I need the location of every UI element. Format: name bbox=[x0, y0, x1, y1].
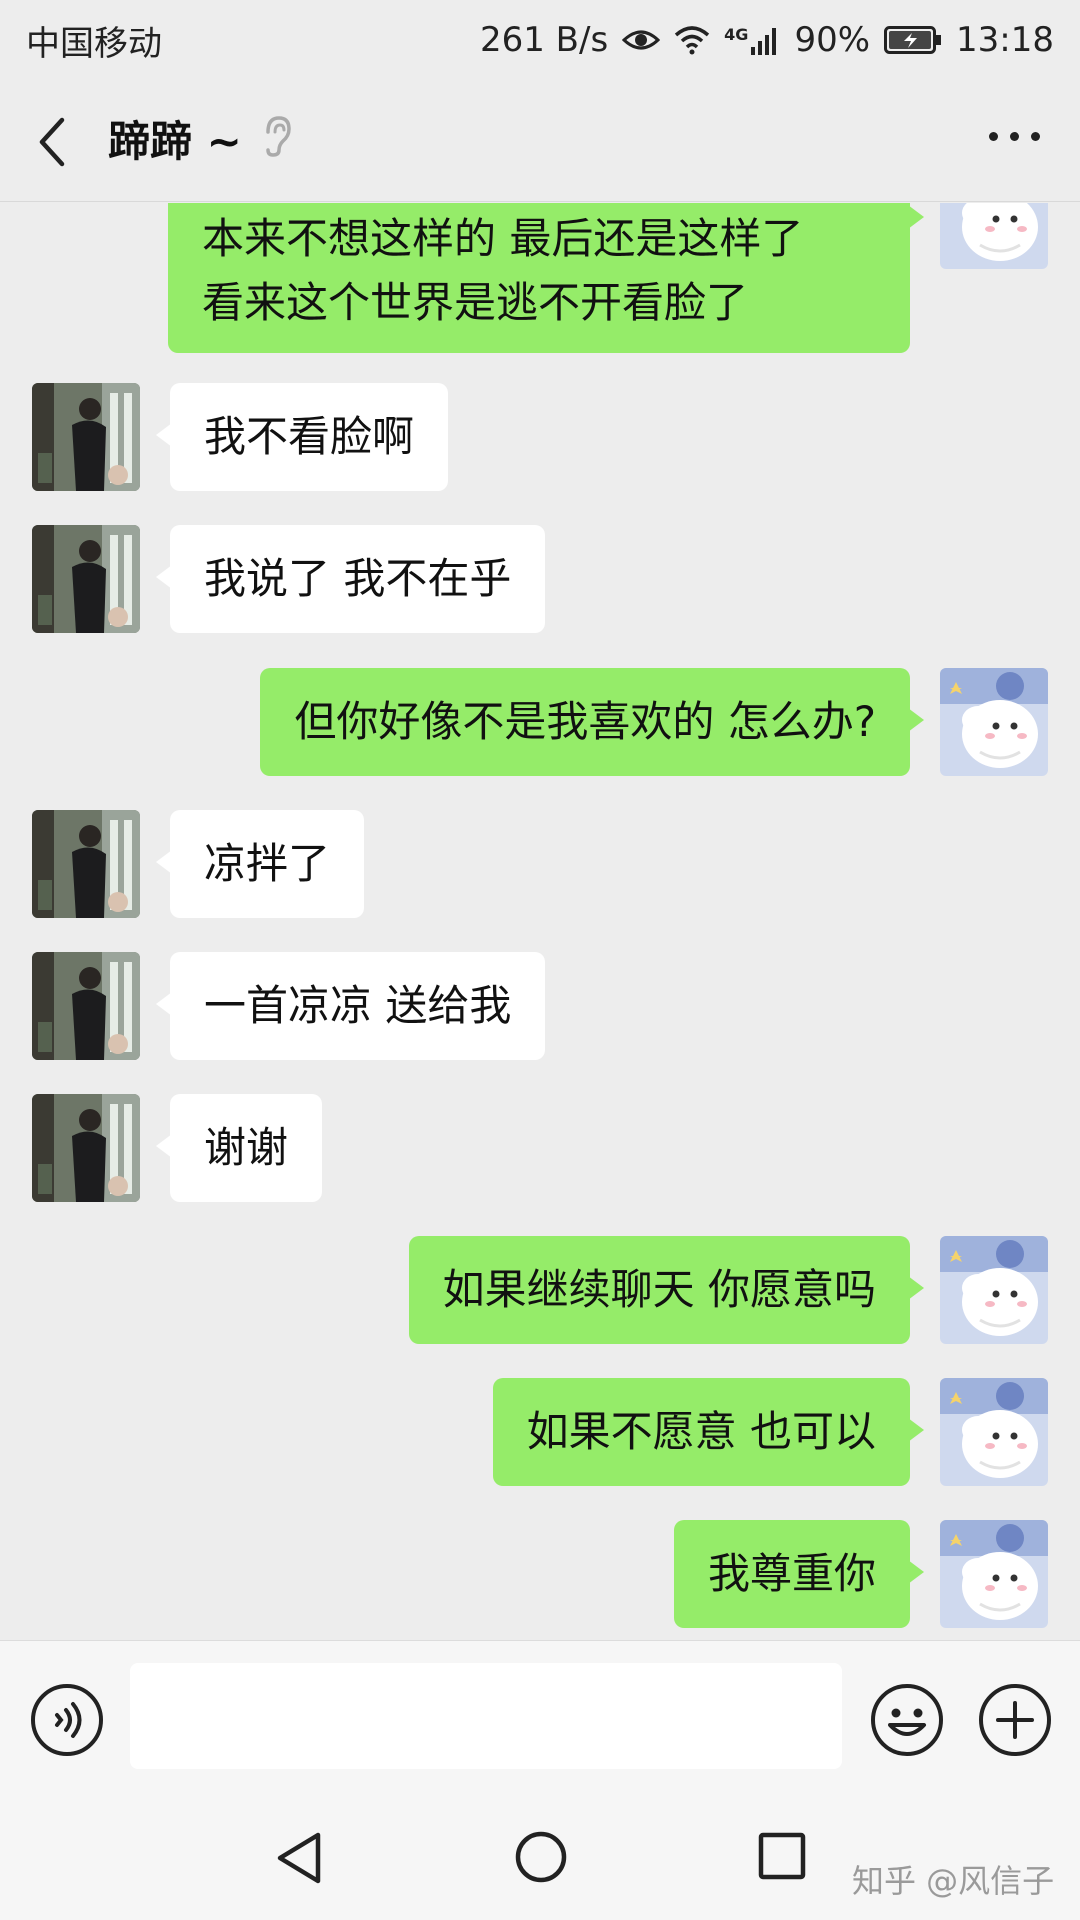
clock: 13:18 bbox=[956, 20, 1054, 60]
eye-icon bbox=[622, 27, 661, 53]
my-avatar[interactable] bbox=[940, 1378, 1048, 1486]
contact-avatar[interactable] bbox=[32, 952, 140, 1060]
square-recents-icon bbox=[758, 1832, 806, 1880]
my-avatar[interactable] bbox=[940, 668, 1048, 776]
message-list[interactable]: 本来不想这样的 最后还是这样了 看来这个世界是逃不开看脸了 我不看脸啊 我说了 … bbox=[0, 203, 1080, 1640]
message-bubble-sent[interactable]: 本来不想这样的 最后还是这样了 看来这个世界是逃不开看脸了 bbox=[168, 203, 924, 353]
triangle-back-icon bbox=[277, 1832, 321, 1884]
message-bubble-received[interactable]: 一首凉凉 送给我 bbox=[155, 952, 546, 1060]
nav-back-button[interactable] bbox=[274, 1830, 324, 1886]
message-text-line: 看来这个世界是逃不开看脸了 bbox=[202, 278, 749, 327]
back-button[interactable] bbox=[34, 114, 74, 170]
status-icons: 261 B/s 4G 90% 13:18 bbox=[480, 20, 1054, 60]
message-bubble-sent[interactable]: 但你好像不是我喜欢的 怎么办? bbox=[260, 668, 924, 776]
message-input[interactable] bbox=[130, 1663, 842, 1769]
message-text-line: 本来不想这样的 最后还是这样了 bbox=[202, 214, 804, 263]
message-bubble-received[interactable]: 我不看脸啊 bbox=[155, 383, 449, 491]
emoji-button[interactable] bbox=[870, 1683, 944, 1757]
carrier-label: 中国移动 bbox=[26, 23, 162, 64]
dot-icon bbox=[1010, 132, 1019, 141]
contact-avatar[interactable] bbox=[32, 1094, 140, 1202]
voice-icon bbox=[31, 1684, 103, 1756]
nav-home-button[interactable] bbox=[514, 1830, 568, 1884]
message-bubble-sent[interactable]: 如果不愿意 也可以 bbox=[492, 1378, 925, 1486]
input-bar bbox=[0, 1640, 1080, 1791]
battery-icon bbox=[884, 26, 942, 54]
chevron-left-icon bbox=[39, 117, 65, 167]
message-bubble-received[interactable]: 我说了 我不在乎 bbox=[155, 525, 546, 633]
contact-avatar[interactable] bbox=[32, 810, 140, 918]
battery-percent: 90% bbox=[794, 20, 871, 60]
more-options-button[interactable] bbox=[989, 132, 1040, 141]
message-bubble-received[interactable]: 凉拌了 bbox=[155, 810, 365, 918]
signal-icon: 4G bbox=[724, 25, 780, 55]
network-type: 4G bbox=[724, 25, 749, 44]
voice-input-button[interactable] bbox=[30, 1683, 104, 1757]
more-functions-button[interactable] bbox=[978, 1683, 1052, 1757]
wifi-icon bbox=[674, 25, 710, 55]
nav-recents-button[interactable] bbox=[758, 1832, 806, 1880]
my-avatar[interactable] bbox=[940, 1520, 1048, 1628]
dot-icon bbox=[989, 132, 998, 141]
contact-avatar[interactable] bbox=[32, 383, 140, 491]
watermark: 知乎 @风信子 bbox=[852, 1862, 1055, 1900]
circle-home-icon bbox=[515, 1831, 567, 1883]
message-bubble-sent[interactable]: 我尊重你 bbox=[673, 1520, 925, 1628]
my-avatar[interactable] bbox=[940, 203, 1048, 269]
smiley-icon bbox=[871, 1684, 943, 1756]
status-bar: 中国移动 261 B/s 4G 90% 13:18 bbox=[0, 0, 1080, 80]
contact-name: 蹄蹄 ~ bbox=[108, 117, 242, 166]
plus-circle-icon bbox=[979, 1684, 1051, 1756]
dot-icon bbox=[1031, 132, 1040, 141]
earpiece-mode-icon bbox=[260, 114, 292, 158]
message-bubble-received[interactable]: 谢谢 bbox=[155, 1094, 323, 1202]
message-bubble-sent[interactable]: 如果继续聊天 你愿意吗 bbox=[408, 1236, 925, 1344]
chat-header: 蹄蹄 ~ bbox=[0, 80, 1080, 202]
net-speed: 261 B/s bbox=[479, 20, 609, 60]
contact-avatar[interactable] bbox=[32, 525, 140, 633]
my-avatar[interactable] bbox=[940, 1236, 1048, 1344]
